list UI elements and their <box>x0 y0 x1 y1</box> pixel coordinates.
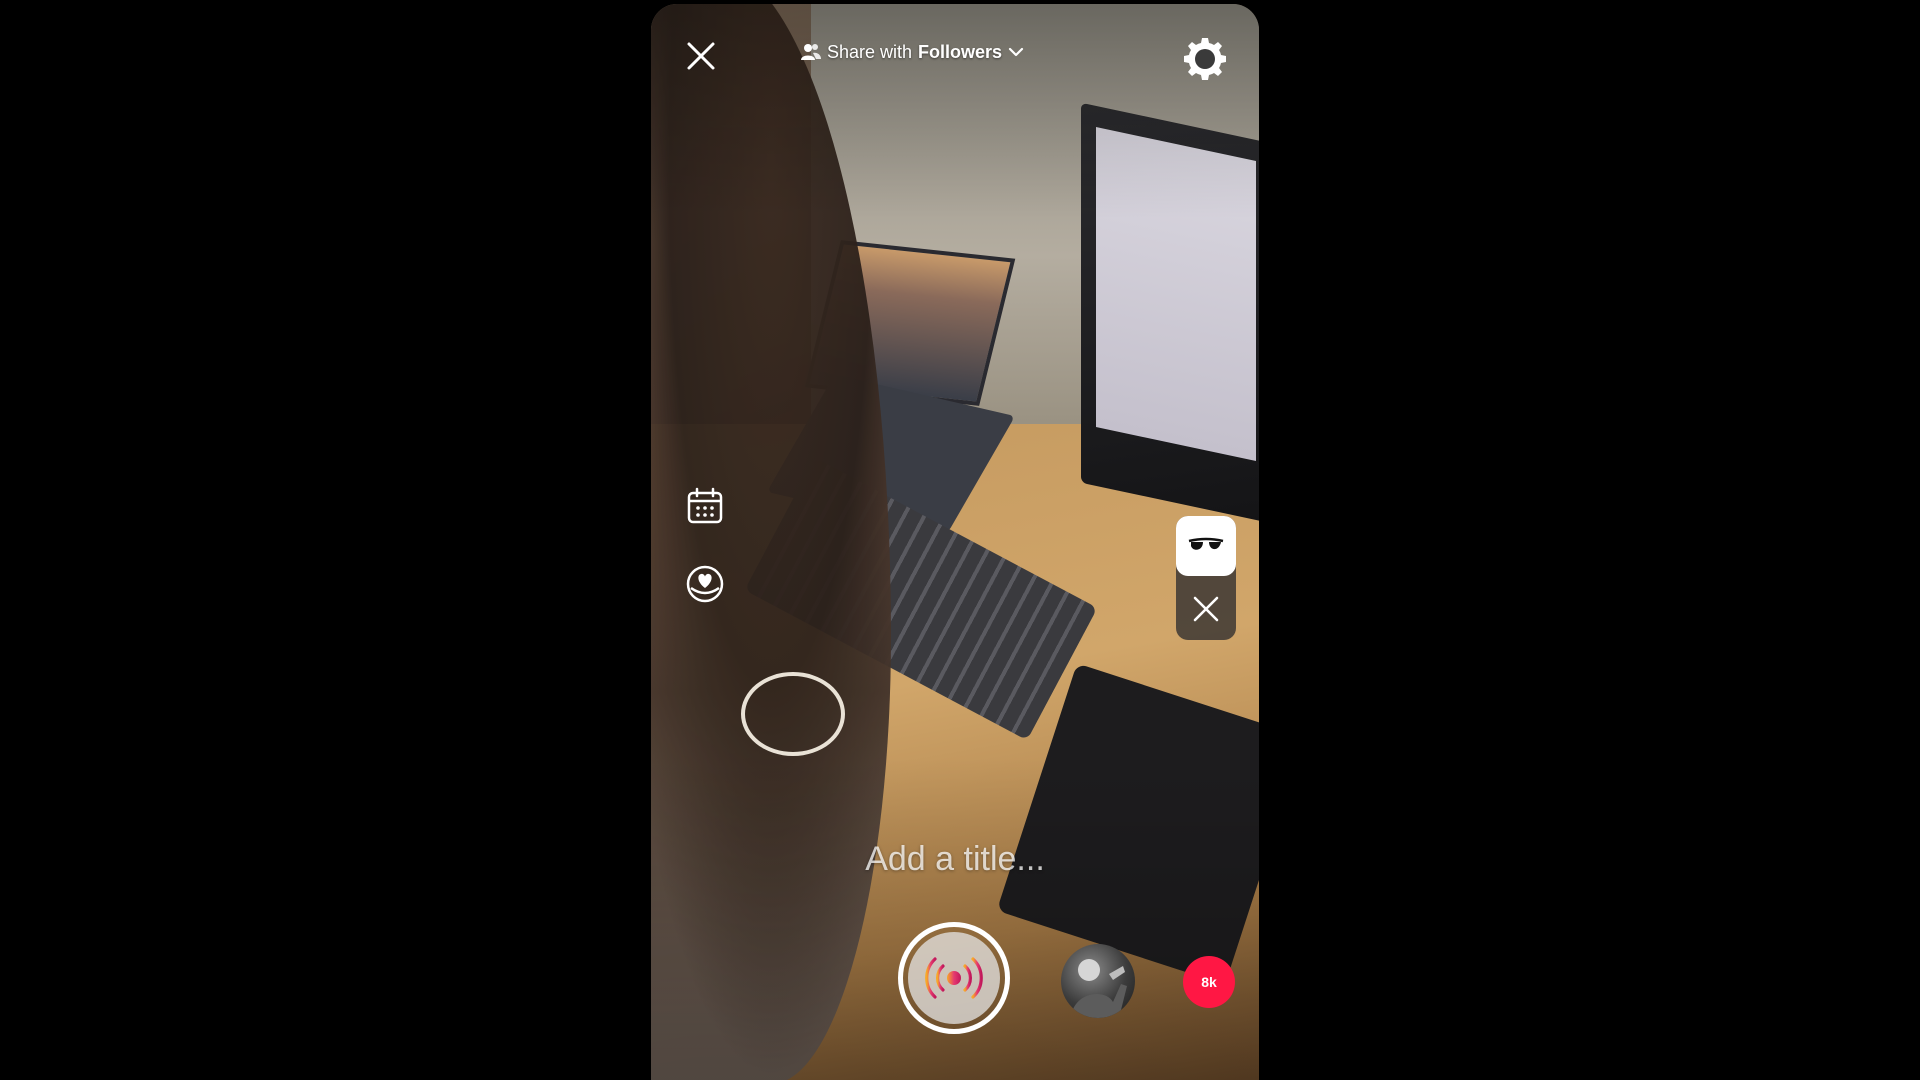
title-input[interactable]: Add a title... <box>651 840 1259 879</box>
broadcast-icon <box>925 957 983 999</box>
viewer-count-badge[interactable]: 8k <box>1183 956 1235 1008</box>
camera-preview: Share with Followers Add a title... 8k <box>651 4 1259 1080</box>
people-icon <box>801 44 821 60</box>
share-prefix: Share with <box>827 41 913 62</box>
heart-badge-icon[interactable] <box>685 564 725 604</box>
gallery-thumbnail[interactable] <box>1061 944 1135 1018</box>
live-ui-overlay: Share with Followers Add a title... 8k <box>651 4 1259 1080</box>
thumbnail-image <box>1071 959 1127 1018</box>
calendar-icon[interactable] <box>685 486 725 526</box>
close-icon[interactable] <box>1191 594 1221 624</box>
go-live-button[interactable] <box>898 922 1010 1034</box>
audience-selector[interactable]: Share with Followers <box>801 38 1024 66</box>
glasses-icon <box>1188 537 1224 550</box>
close-icon[interactable] <box>685 40 717 72</box>
share-audience: Followers <box>918 41 1003 62</box>
active-effect-button[interactable] <box>1176 516 1236 576</box>
gear-icon[interactable] <box>1184 38 1226 80</box>
chevron-down-icon <box>1008 47 1024 57</box>
go-live-button-inner <box>908 932 1000 1024</box>
